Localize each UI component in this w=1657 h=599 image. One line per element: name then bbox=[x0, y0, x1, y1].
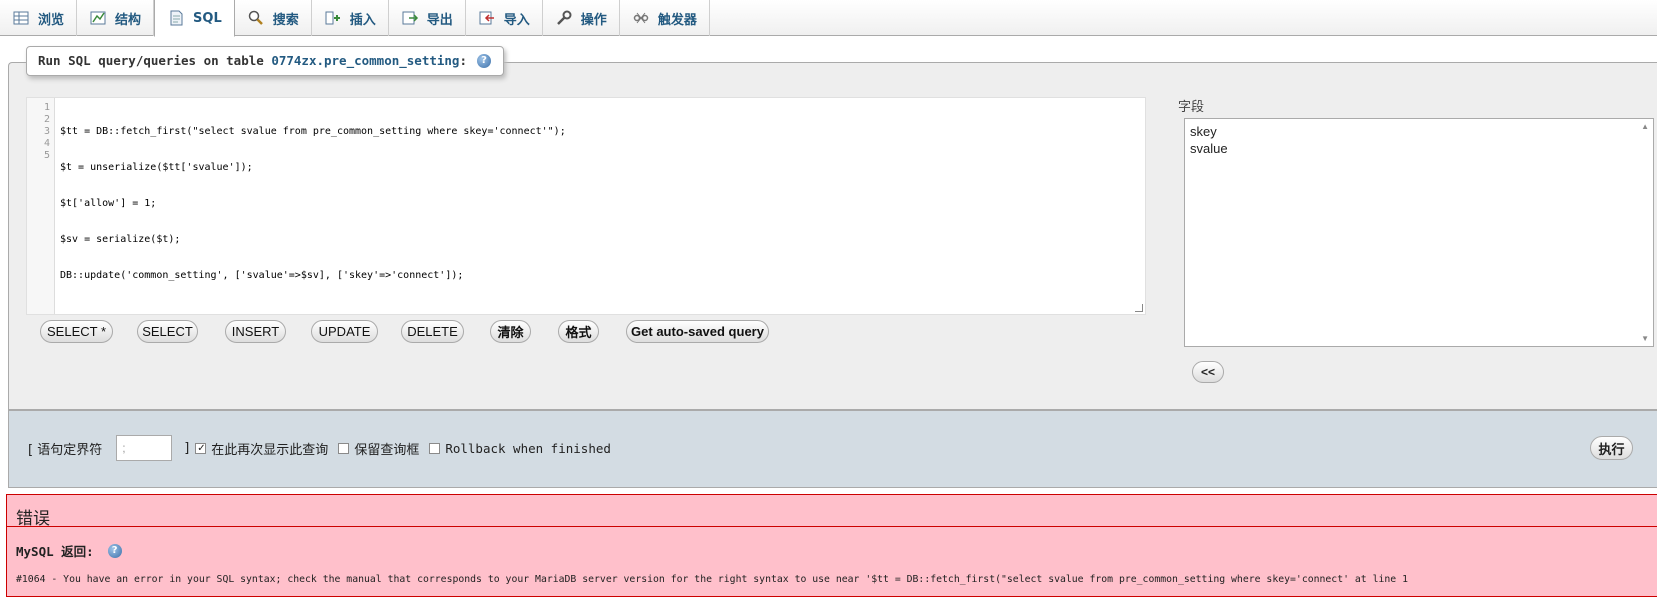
tab-export[interactable]: 导出 bbox=[389, 0, 466, 36]
query-options-row: [ 语句定界符 ] 在此再次显示此查询 保留查询框 Rollback when … bbox=[28, 435, 611, 461]
delimiter-close: ] bbox=[184, 440, 190, 456]
get-autosaved-query-button[interactable]: Get auto-saved query bbox=[626, 320, 769, 343]
search-icon bbox=[248, 10, 263, 25]
line-number: 2 bbox=[43, 114, 50, 125]
column-option-skey[interactable]: skey bbox=[1190, 123, 1648, 140]
delimiter-input[interactable] bbox=[116, 435, 173, 461]
tab-search-label: 搜索 bbox=[272, 12, 299, 28]
tab-triggers[interactable]: 触发器 bbox=[620, 0, 710, 36]
tab-search[interactable]: 搜索 bbox=[235, 0, 312, 36]
tab-operations-label: 操作 bbox=[580, 12, 607, 28]
error-divider bbox=[6, 526, 1657, 527]
delete-button[interactable]: DELETE bbox=[401, 320, 464, 343]
resize-grip-icon[interactable] bbox=[1135, 304, 1143, 312]
retain-query-box-checkbox[interactable] bbox=[338, 442, 350, 454]
rollback-label: Rollback when finished bbox=[445, 440, 611, 456]
rollback-checkbox[interactable] bbox=[429, 442, 441, 454]
line-number: 1 bbox=[43, 102, 50, 113]
sql-query-legend: Run SQL query/queries on table 0774zx.pr… bbox=[26, 46, 504, 76]
go-button[interactable]: 执行 bbox=[1590, 436, 1633, 460]
tab-import[interactable]: 导入 bbox=[466, 0, 543, 36]
line-number: 3 bbox=[43, 126, 50, 137]
clear-button[interactable]: 清除 bbox=[490, 320, 531, 343]
insert-button[interactable]: INSERT bbox=[225, 320, 286, 343]
tab-browse[interactable]: 浏览 bbox=[0, 0, 78, 36]
scroll-up-arrow-icon[interactable]: ▲ bbox=[1641, 122, 1649, 131]
help-icon[interactable]: ? bbox=[477, 54, 491, 68]
legend-prefix: Run SQL query/queries on table bbox=[38, 53, 264, 68]
mysql-said-label: MySQL 返回: ? bbox=[16, 541, 122, 560]
table-tabs: 浏览 结构 SQL 搜索 插入 导出 导入 操作 触发器 bbox=[0, 0, 1657, 37]
code-line: $tt = DB::fetch_first("select svalue fro… bbox=[60, 126, 566, 137]
column-option-svalue[interactable]: svalue bbox=[1190, 140, 1648, 157]
sql-code: $tt = DB::fetch_first("select svalue fro… bbox=[60, 102, 566, 306]
legend-table-name: 0774zx.pre_common_setting bbox=[271, 53, 460, 68]
mysql-said-text: MySQL 返回: bbox=[16, 544, 94, 559]
tab-structure-label: 结构 bbox=[115, 12, 142, 28]
export-icon bbox=[402, 11, 418, 25]
wrench-icon bbox=[556, 10, 572, 25]
tab-sql-label: SQL bbox=[193, 10, 222, 26]
tab-triggers-label: 触发器 bbox=[657, 12, 697, 28]
show-query-again-label: 在此再次显示此查询 bbox=[211, 442, 329, 458]
show-query-again-checkbox[interactable] bbox=[195, 442, 207, 454]
error-message: #1064 - You have an error in your SQL sy… bbox=[16, 574, 1408, 585]
sql-icon bbox=[170, 10, 183, 26]
format-button[interactable]: 格式 bbox=[558, 320, 599, 343]
tab-operations[interactable]: 操作 bbox=[543, 0, 620, 36]
trigger-icon bbox=[633, 12, 649, 24]
legend-suffix: : bbox=[459, 53, 467, 68]
line-number-gutter: 1 2 3 4 5 bbox=[27, 98, 55, 314]
insert-column-button[interactable]: << bbox=[1192, 361, 1224, 383]
tab-export-label: 导出 bbox=[426, 12, 453, 28]
sql-editor[interactable]: 1 2 3 4 5 $tt = DB::fetch_first("select … bbox=[26, 97, 1146, 315]
code-line: DB::update('common_setting', ['svalue'=>… bbox=[60, 270, 464, 281]
help-icon[interactable]: ? bbox=[107, 544, 122, 558]
select-all-button[interactable]: SELECT * bbox=[40, 320, 113, 343]
line-number: 4 bbox=[43, 138, 50, 149]
insert-icon bbox=[325, 11, 340, 25]
tab-sql[interactable]: SQL bbox=[154, 0, 235, 37]
import-icon bbox=[479, 11, 494, 25]
update-button[interactable]: UPDATE bbox=[311, 320, 378, 343]
tab-insert-label: 插入 bbox=[349, 12, 376, 28]
structure-icon bbox=[90, 11, 106, 25]
code-line: $t = unserialize($tt['svalue']); bbox=[60, 162, 253, 173]
tab-import-label: 导入 bbox=[503, 12, 530, 28]
select-button[interactable]: SELECT bbox=[137, 320, 198, 343]
columns-label: 字段 bbox=[1178, 100, 1205, 115]
scroll-down-arrow-icon[interactable]: ▼ bbox=[1641, 334, 1649, 343]
columns-listbox[interactable]: skey svalue ▲ ▼ bbox=[1184, 118, 1654, 347]
delimiter-label: [ 语句定界符 bbox=[28, 442, 103, 458]
code-line: $sv = serialize($t); bbox=[60, 234, 181, 245]
tab-insert[interactable]: 插入 bbox=[312, 0, 389, 36]
line-number: 5 bbox=[43, 150, 50, 161]
code-line: $t['allow'] = 1; bbox=[60, 198, 157, 209]
tab-browse-label: 浏览 bbox=[38, 12, 65, 28]
tab-structure[interactable]: 结构 bbox=[77, 0, 155, 36]
browse-icon bbox=[13, 11, 29, 25]
retain-query-box-label: 保留查询框 bbox=[354, 442, 420, 458]
